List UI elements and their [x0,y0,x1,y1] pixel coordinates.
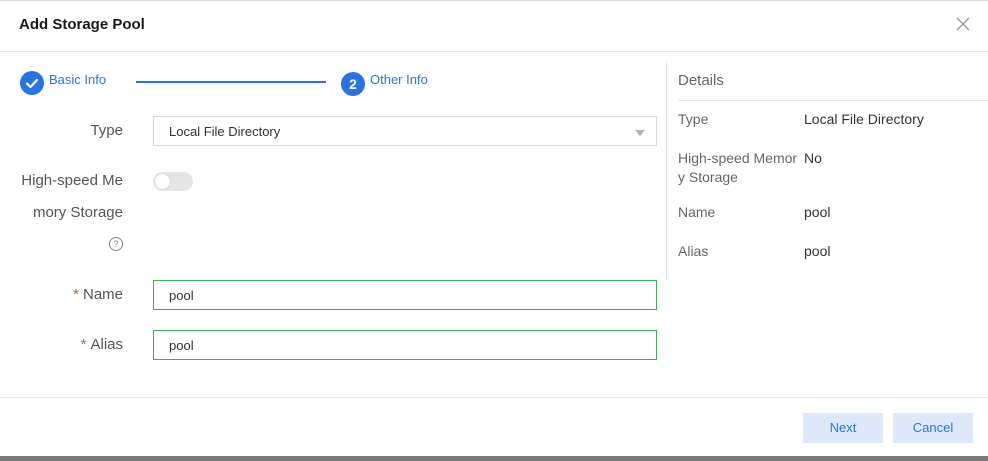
memory-storage-toggle[interactable] [153,172,193,191]
name-label-text: Name [82,286,123,303]
toggle-knob [155,174,170,189]
details-value-name: pool [804,204,831,220]
type-label: Type [90,122,123,139]
details-title: Details [678,72,724,89]
name-input[interactable]: pool [153,280,657,310]
memory-storage-label-line1: High-speed Me [21,172,123,189]
step-2-label[interactable]: Other Info [370,72,428,87]
background-strip [0,456,988,461]
details-title-underline [678,100,988,101]
required-mark: * [80,336,87,353]
step-2-number: 2 [341,72,365,96]
footer-divider [0,397,988,398]
dialog-header: Add Storage Pool [0,0,988,52]
close-icon[interactable] [953,14,973,34]
next-button[interactable]: Next [803,413,883,443]
details-value-memory-storage: No [804,150,822,166]
details-divider [666,62,667,280]
type-select[interactable]: Local File Directory [153,116,657,146]
details-key-memory-storage: High-speed Memory Storage [678,150,798,185]
step-connector [136,81,326,83]
details-value-alias: pool [804,243,831,259]
name-label: * Name [73,286,123,303]
cancel-button[interactable]: Cancel [893,413,973,443]
details-key-alias: Alias [678,243,709,259]
memory-storage-label-line2: mory Storage [32,204,123,221]
step-1-label[interactable]: Basic Info [49,72,106,87]
chevron-down-icon [635,130,645,136]
type-select-value: Local File Directory [169,124,281,139]
add-storage-pool-dialog: Add Storage Pool Basic Info 2 Other Info… [0,0,988,456]
details-value-type: Local File Directory [804,111,924,127]
step-1-check-icon [20,71,44,95]
alias-label-text: Alias [90,336,123,353]
details-key-type: Type [678,111,709,127]
details-key-name: Name [678,204,716,220]
alias-input[interactable]: pool [153,330,657,360]
help-icon[interactable]: ? [109,237,123,251]
alias-label: * Alias [81,336,123,353]
name-input-value: pool [169,288,194,303]
dialog-title: Add Storage Pool [19,16,145,33]
required-mark: * [73,286,79,303]
alias-input-value: pool [169,338,194,353]
